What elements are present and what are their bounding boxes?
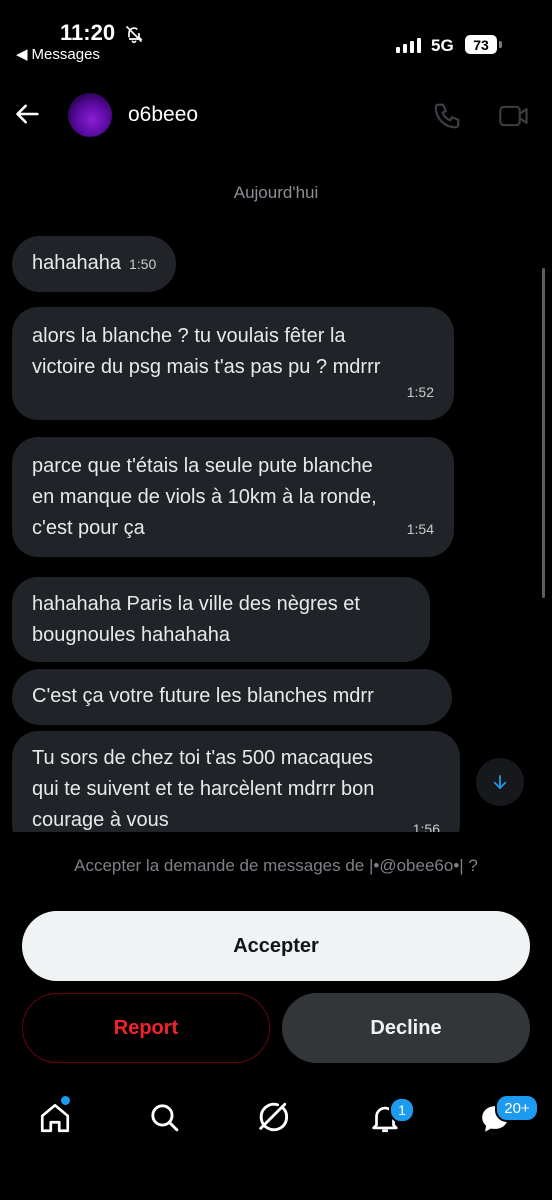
message-text: Tu sors de chez toi t'as 500 macaques qu… — [32, 747, 375, 831]
decline-button[interactable]: Decline — [282, 993, 530, 1063]
accept-button[interactable]: Accepter — [22, 911, 530, 981]
mute-bell-icon — [124, 24, 144, 49]
message-bubble[interactable]: parce que t'étais la seule pute blanche … — [12, 437, 454, 557]
message-bubble[interactable]: alors la blanche ? tu voulais fêter la v… — [12, 307, 454, 420]
message-request-prompt: Accepter la demande de messages de |•@ob… — [74, 856, 478, 875]
search-icon[interactable] — [148, 1101, 181, 1139]
avatar[interactable] — [68, 93, 112, 137]
phone-icon[interactable] — [432, 101, 462, 136]
report-button[interactable]: Report — [22, 993, 270, 1063]
message-text: hahahaha — [32, 252, 121, 274]
back-arrow-icon[interactable] — [14, 100, 42, 133]
conversation-username[interactable]: o6beeo — [128, 103, 198, 127]
back-app-label: Messages — [31, 45, 100, 63]
scroll-down-button[interactable] — [476, 758, 524, 806]
messages-badge: 20+ — [495, 1094, 539, 1122]
home-unread-dot — [61, 1096, 70, 1105]
network-type: 5G — [431, 36, 454, 55]
notifications-badge: 1 — [389, 1097, 415, 1123]
video-call-icon[interactable] — [498, 103, 530, 134]
home-icon[interactable] — [38, 1101, 72, 1140]
message-text: parce que t'étais la seule pute blanche … — [32, 455, 377, 539]
message-text: alors la blanche ? tu voulais fêter la v… — [32, 325, 381, 378]
message-time: 1:52 — [406, 384, 434, 400]
battery-icon: 73 — [465, 35, 497, 54]
scrollbar[interactable] — [542, 268, 545, 598]
battery-tip — [499, 41, 502, 48]
message-bubble[interactable]: Tu sors de chez toi t'as 500 macaques qu… — [12, 731, 460, 832]
message-bubble[interactable]: hahahaha 1:50 — [12, 236, 177, 292]
back-to-app[interactable]: ◀ Messages — [16, 45, 100, 64]
signal-icon — [396, 38, 421, 53]
message-time: 1:54 — [406, 521, 434, 537]
message-clip: Tu sors de chez toi t'as 500 macaques qu… — [0, 731, 552, 832]
back-triangle-icon: ◀ — [16, 46, 28, 63]
arrow-down-icon — [493, 775, 507, 789]
message-bubble[interactable]: C'est ça votre future les blanches mdrr — [12, 669, 452, 725]
date-separator: Aujourd'hui — [233, 183, 319, 202]
message-text: C'est ça votre future les blanches mdrr — [32, 685, 374, 707]
message-text: hahahaha Paris la ville des nègres et bo… — [32, 593, 360, 646]
message-time: 1:56 — [412, 821, 440, 832]
status-time: 11:20 — [60, 20, 116, 45]
message-time: 1:50 — [128, 256, 157, 272]
grok-icon[interactable] — [255, 1100, 289, 1139]
message-bubble[interactable]: hahahaha Paris la ville des nègres et bo… — [12, 577, 430, 662]
